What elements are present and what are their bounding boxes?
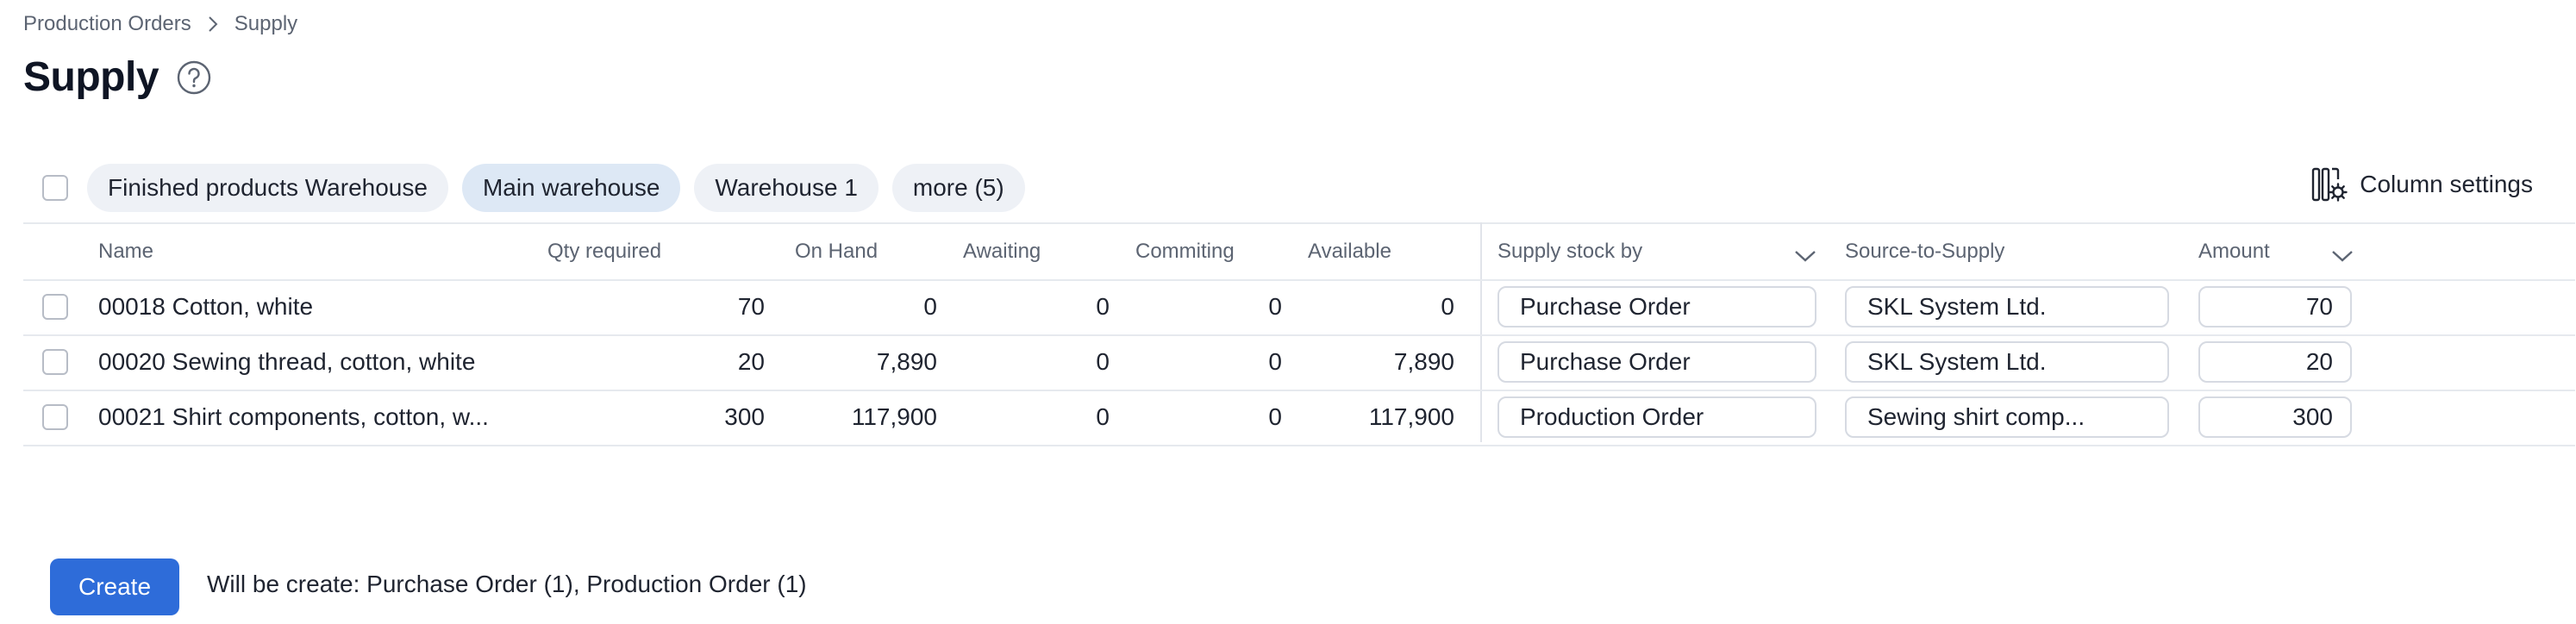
column-settings-label: Column settings (2360, 171, 2533, 197)
page-title: Supply (23, 54, 159, 100)
chip-main-warehouse[interactable]: Main warehouse (461, 164, 681, 212)
chevron-down-icon (2331, 245, 2354, 269)
item-name: 00021 Shirt components, cotton, w... (98, 403, 489, 430)
on-hand: 7,890 (876, 348, 937, 375)
available: 0 (1441, 293, 1454, 320)
item-name: 00020 Sewing thread, cotton, white (98, 348, 476, 375)
amount-input[interactable]: 300 (2198, 396, 2352, 438)
header-awaiting[interactable]: Awaiting (963, 240, 1041, 264)
awaiting: 0 (1096, 348, 1110, 375)
header-supply-stock-by-label: Supply stock by (1497, 240, 1643, 263)
commiting: 0 (1268, 293, 1282, 320)
qty-required: 300 (724, 403, 765, 430)
row-checkbox[interactable] (42, 349, 68, 375)
chip-warehouse-1[interactable]: Warehouse 1 (694, 164, 878, 212)
header-amount[interactable]: Amount (2198, 240, 2354, 264)
chip-finished-products-warehouse[interactable]: Finished products Warehouse (87, 164, 448, 212)
breadcrumb-current: Supply (234, 12, 298, 35)
on-hand: 0 (923, 293, 937, 320)
supply-stock-by-field[interactable]: Production Order (1497, 396, 1816, 438)
create-summary: Will be create: Purchase Order (1), Prod… (207, 571, 807, 597)
table-row[interactable]: 00020 Sewing thread, cotton, white 20 7,… (23, 334, 2575, 390)
awaiting: 0 (1096, 293, 1110, 320)
breadcrumb: Production Orders Supply (23, 12, 297, 36)
column-settings-button[interactable]: Column settings (2310, 165, 2533, 203)
supply-stock-by-field[interactable]: Purchase Order (1497, 341, 1816, 383)
on-hand: 117,900 (851, 403, 937, 430)
header-qty-required[interactable]: Qty required (547, 240, 661, 264)
table-row[interactable]: 00021 Shirt components, cotton, w... 300… (23, 390, 2575, 445)
amount-input[interactable]: 70 (2198, 286, 2352, 328)
chevron-down-icon (1794, 245, 1816, 269)
row-checkbox[interactable] (42, 404, 68, 430)
row-checkbox[interactable] (42, 294, 68, 320)
create-button[interactable]: Create (50, 558, 179, 615)
commiting: 0 (1268, 348, 1282, 375)
help-icon[interactable] (176, 59, 212, 96)
header-supply-stock-by[interactable]: Supply stock by (1497, 240, 1816, 264)
qty-required: 70 (737, 293, 765, 320)
header-source-to-supply[interactable]: Source-to-Supply (1845, 240, 2004, 264)
column-settings-icon (2312, 167, 2348, 202)
header-name[interactable]: Name (98, 240, 153, 264)
source-to-supply-field[interactable]: Sewing shirt comp... (1845, 396, 2169, 438)
chevron-right-icon (207, 15, 219, 34)
source-to-supply-field[interactable]: SKL System Ltd. (1845, 286, 2169, 328)
available: 117,900 (1368, 403, 1454, 430)
commiting: 0 (1268, 403, 1282, 430)
header-on-hand[interactable]: On Hand (795, 240, 878, 264)
breadcrumb-link-production-orders[interactable]: Production Orders (23, 12, 191, 36)
item-name: 00018 Cotton, white (98, 293, 314, 320)
awaiting: 0 (1096, 403, 1110, 430)
warehouse-filter-bar: Finished products Warehouse Main warehou… (23, 162, 2576, 214)
table-row[interactable]: 00018 Cotton, white 70 0 0 0 0 Purchase … (23, 279, 2575, 334)
header-available[interactable]: Available (1308, 240, 1391, 264)
header-amount-label: Amount (2198, 240, 2270, 263)
amount-input[interactable]: 20 (2198, 341, 2352, 383)
header-commiting[interactable]: Commiting (1135, 240, 1235, 264)
chip-more[interactable]: more (5) (891, 164, 1025, 212)
supply-stock-by-field[interactable]: Purchase Order (1497, 286, 1816, 328)
available: 7,890 (1393, 348, 1454, 375)
select-all-checkbox[interactable] (42, 175, 68, 201)
source-to-supply-field[interactable]: SKL System Ltd. (1845, 341, 2169, 383)
qty-required: 20 (737, 348, 765, 375)
